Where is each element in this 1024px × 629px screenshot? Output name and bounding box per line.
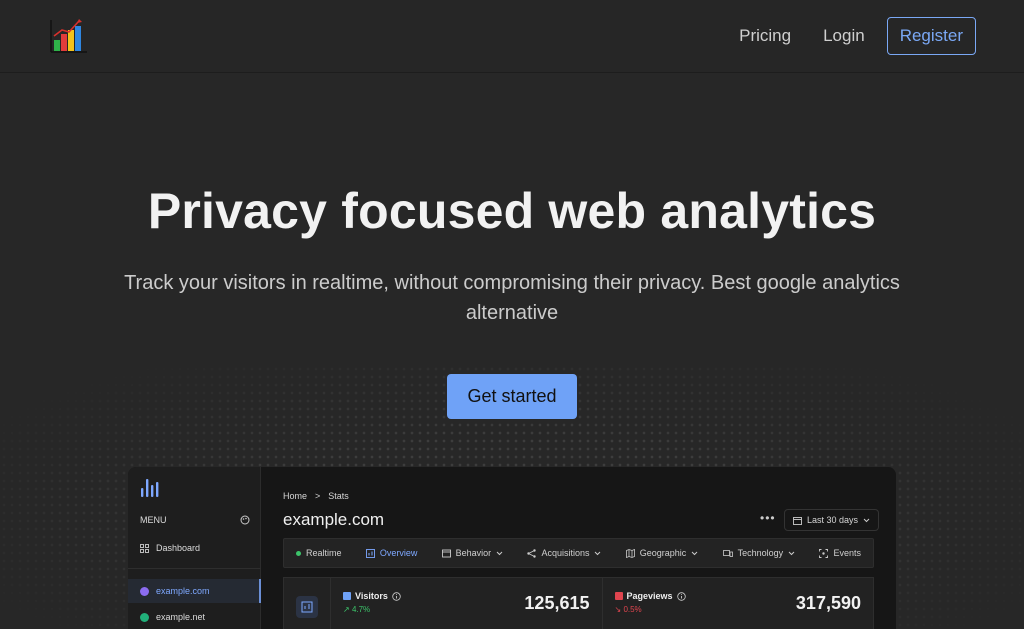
info-icon[interactable] — [392, 591, 401, 601]
stat-visitors[interactable]: Visitors ↗ 4.7% 125,615 — [331, 578, 603, 629]
site-favicon-icon — [140, 586, 149, 596]
site-label: example.com — [156, 586, 210, 596]
sidebar-item-dashboard[interactable]: Dashboard — [140, 543, 200, 553]
preview-main: Home > Stats example.com ••• Last 30 day… — [261, 467, 896, 629]
delta-value: 0.5% — [623, 605, 642, 614]
stat-value: 317,590 — [795, 593, 861, 613]
tab-geographic[interactable]: Geographic — [625, 548, 699, 558]
series-swatch — [343, 592, 351, 600]
menu-header: MENU — [140, 515, 250, 525]
register-button[interactable]: Register — [886, 17, 976, 55]
chevron-down-icon — [595, 551, 601, 555]
tab-overview[interactable]: Overview — [365, 548, 418, 558]
stat-label: Pageviews — [626, 591, 673, 601]
stat-delta: ↗ 4.7% — [343, 605, 370, 614]
breadcrumb-separator: > — [315, 491, 321, 501]
calendar-icon — [793, 516, 802, 525]
stats-tabs: Realtime Overview Behavior Acquisitions … — [283, 538, 874, 568]
chevron-down-icon — [788, 551, 795, 555]
tab-label: Geographic — [639, 548, 687, 558]
chevron-down-icon — [691, 551, 698, 555]
sidebar-site-example-com[interactable]: example.com — [128, 579, 261, 603]
stat-label: Visitors — [355, 591, 388, 601]
sidebar-divider — [128, 568, 261, 569]
tab-label: Overview — [379, 548, 418, 558]
stats-summary: Visitors ↗ 4.7% 125,615 Pageviews ↘ 0.5% — [283, 577, 874, 629]
menu-label: MENU — [140, 515, 167, 525]
grid-icon — [140, 543, 149, 553]
stat-pageviews[interactable]: Pageviews ↘ 0.5% 317,590 — [603, 578, 874, 629]
dashboard-preview: MENU Dashboard example.com example.net H… — [128, 467, 896, 629]
stat-delta: ↘ 0.5% — [615, 605, 642, 614]
breadcrumb-current: Stats — [328, 491, 349, 501]
breadcrumb: Home > Stats — [283, 491, 349, 501]
sidebar-site-example-net[interactable]: example.net — [128, 605, 261, 629]
series-swatch — [614, 592, 623, 600]
tab-label: Realtime — [306, 548, 342, 558]
tab-realtime[interactable]: Realtime — [296, 548, 342, 558]
chart-icon — [365, 548, 375, 558]
share-icon — [527, 548, 537, 558]
preview-sidebar: MENU Dashboard example.com example.net — [128, 467, 261, 629]
top-nav: Pricing Login Register — [739, 17, 976, 55]
page-title: example.com — [283, 510, 385, 529]
logo-icon[interactable] — [48, 18, 88, 54]
tab-technology[interactable]: Technology — [722, 548, 796, 558]
tab-label: Behavior — [455, 548, 492, 558]
tab-events[interactable]: Events — [819, 548, 861, 558]
chevron-down-icon — [496, 551, 503, 555]
more-options-button[interactable]: ••• — [760, 511, 776, 525]
info-icon[interactable] — [676, 591, 686, 601]
tab-acquisitions[interactable]: Acquisitions — [527, 548, 601, 558]
site-favicon-icon — [140, 612, 149, 622]
nav-pricing-link[interactable]: Pricing — [739, 26, 791, 46]
stats-toggle[interactable] — [284, 578, 331, 629]
hero-subtitle: Track your visitors in realtime, without… — [124, 272, 900, 324]
window-icon — [441, 549, 451, 557]
chevron-down-icon — [863, 518, 870, 522]
tab-behavior[interactable]: Behavior — [441, 548, 504, 558]
breadcrumb-home[interactable]: Home — [283, 491, 307, 501]
focus-icon — [819, 548, 829, 558]
hero-title: Privacy focused web analytics — [147, 183, 877, 239]
trend-down-icon: ↘ — [614, 605, 622, 614]
tab-label: Acquisitions — [541, 548, 590, 558]
sidebar-item-label: Dashboard — [156, 543, 201, 553]
trend-up-icon: ↗ — [343, 605, 350, 614]
map-icon — [625, 548, 635, 558]
site-label: example.net — [156, 612, 206, 622]
stat-name: Visitors — [343, 591, 401, 601]
tab-label: Events — [833, 548, 861, 558]
stat-value: 125,615 — [524, 593, 590, 613]
tab-label: Technology — [737, 548, 784, 558]
live-dot-icon — [296, 550, 301, 556]
date-range-label: Last 30 days — [807, 515, 859, 525]
palette-icon[interactable] — [240, 515, 250, 525]
devices-icon — [722, 549, 733, 557]
date-range-picker[interactable]: Last 30 days — [784, 509, 880, 531]
site-header: Pricing Login Register — [0, 0, 1024, 72]
chart-toggle-icon — [296, 596, 318, 618]
delta-value: 4.7% — [351, 605, 371, 614]
bars-logo-icon — [141, 479, 159, 497]
nav-login-link[interactable]: Login — [823, 26, 865, 46]
get-started-button[interactable]: Get started — [447, 374, 577, 419]
stat-name: Pageviews — [614, 591, 686, 601]
